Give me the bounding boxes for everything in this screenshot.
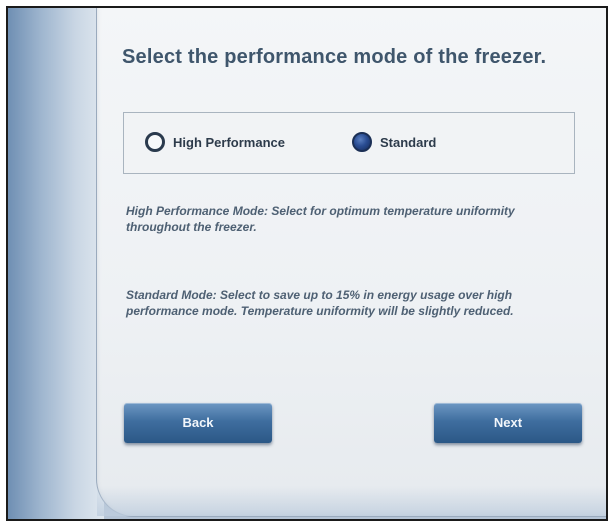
photo-frame: Select the performance mode of the freez… [0,0,614,527]
device-bezel [6,6,608,521]
high-performance-description: High Performance Mode: Select for optimu… [126,204,515,234]
performance-mode-group: High Performance Standard [123,112,575,174]
back-button[interactable]: Back [124,403,272,443]
page-title: Select the performance mode of the freez… [122,46,547,68]
standard-radio[interactable]: Standard [352,132,436,152]
screen-bottom-glow [97,486,606,516]
bezel-left-edge [8,8,104,519]
high-performance-radio[interactable]: High Performance [145,132,285,152]
high-performance-label: High Performance [173,134,285,150]
radio-unselected-icon [145,132,165,152]
radio-selected-icon [352,132,372,152]
standard-label: Standard [380,134,437,150]
next-button[interactable]: Next [434,403,582,443]
standard-description: Standard Mode: Select to save up to 15% … [126,288,514,318]
